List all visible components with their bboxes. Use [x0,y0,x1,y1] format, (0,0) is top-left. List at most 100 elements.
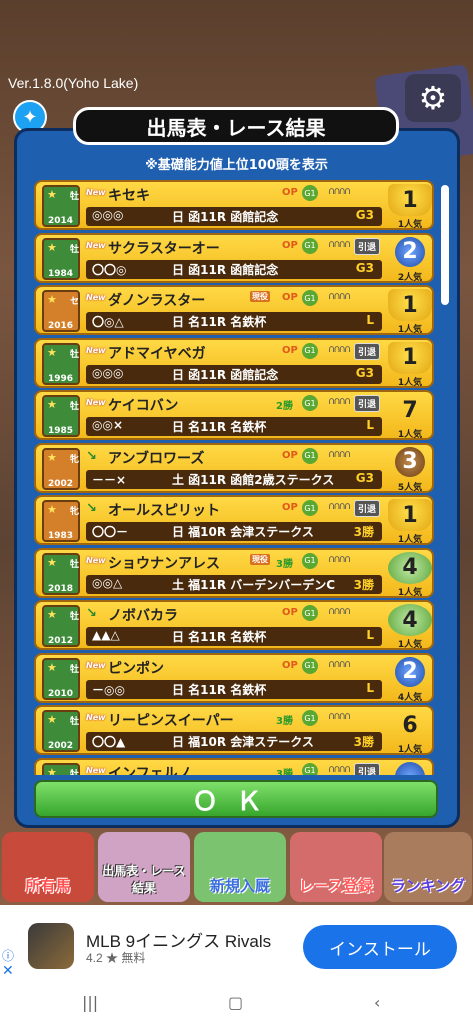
trend-arrow-icon: ↘ [86,448,97,464]
prediction-marks: ◎◎◎ [92,365,124,380]
finish-rank: 6 1人気 [388,709,432,756]
star-icon: ★ [47,398,57,411]
horseshoe-icon: ∩∩∩∩ [328,238,351,250]
star-icon: ★ [47,293,57,306]
new-badge: New [86,293,106,302]
star-icon: ★ [47,503,57,516]
horse-row[interactable]: ★ 牡 2010 New ピンポン OP G1 ∩∩∩∩ －◎◎ 日 名11R 名鉄杯 … [34,652,434,703]
horse-portrait: ★ セ 2016 [42,290,80,332]
horse-name: キセキ [108,188,150,204]
horse-portrait: ★ 牡 2012 [42,605,80,647]
horse-year: 1984 [48,268,74,279]
horse-portrait: ★ 牝 1983 [42,500,80,542]
horse-row[interactable]: ★ 牡 New インフェルノ 3勝 G1 ∩∩∩∩ 引退 [34,757,434,775]
race-name: 日 名11R 名鉄杯 [172,420,267,434]
horse-name: ショウナンアレス [108,555,220,572]
nav-race-results[interactable]: 出馬表・レース結果 [98,832,190,902]
horse-row[interactable]: ★ 牡 2018 New ショウナンアレス 現役 3勝 G1 ∩∩∩∩ ◎◎△ 土 福11… [34,547,434,598]
horse-sex: セ [70,297,80,307]
race-name: 土 函11R 函館2歳ステークス [172,472,335,487]
popularity: 1人気 [397,325,423,335]
gear-icon[interactable]: ⚙ [405,74,461,122]
horse-name: リーピンスイーパー [108,713,234,729]
close-icon[interactable]: ✕ [2,963,14,979]
ok-button[interactable]: ＯＫ [34,780,438,818]
new-badge: New [86,713,106,722]
horse-row[interactable]: ★ 牡 2002 New リーピンスイーパー 3勝 G1 ∩∩∩∩ 〇〇▲ 日 福10R… [34,705,434,755]
retired-badge: 引退 [354,762,381,775]
class-tag: OP [282,292,298,303]
ad-banner[interactable]: ⓘ ✕ MLB 9イニングス Rivals 4.2 ★ 無料 インストール [0,905,473,985]
class-tag: OP [282,239,298,251]
horse-list[interactable]: ★ 牡 2014 New キセキ OP G1 ∩∩∩∩ ◎◎◎ 日 函11R 函館記念 … [34,180,438,775]
retired-badge: 引退 [354,237,381,255]
race-grade: L [366,628,374,642]
horse-row[interactable]: ★ 牡 2012 ↘ ノボバカラ OP G1 ∩∩∩∩ ▲▲△ 日 名11R 名鉄杯 L… [34,600,434,650]
star-icon: ★ [47,608,57,621]
prediction-marks: 〇〇－ [92,525,129,539]
horse-row[interactable]: ★ 牡 1985 New ケイコバン 2勝 G1 ∩∩∩∩ 引退 ◎◎× 日 名11R 名… [34,390,434,440]
horse-name: ピンポン [108,660,164,677]
horse-year: 2002 [48,741,74,751]
horse-row[interactable]: ★ 牝 2002 ↘ アンブロワーズ OP G1 ∩∩∩∩ －－× 土 函11R 函館2… [34,442,434,493]
horse-row[interactable]: ★ セ 2016 New ダノンラスター 現役 OP G1 ∩∩∩∩ 〇◎△ 日 名11R… [34,285,434,335]
horse-row[interactable]: ★ 牡 1984 New サクラスターオー OP G1 ∩∩∩∩ 引退 〇〇◎ 日 函11… [34,232,434,283]
new-badge: New [86,188,106,197]
horseshoe-icon: ∩∩∩∩ [328,396,351,407]
horse-name: ダノンラスター [108,293,206,309]
race-grade: 3勝 [353,525,374,539]
horse-year: 1985 [48,426,74,436]
menu-icon[interactable]: ||| [82,993,98,1012]
install-button[interactable]: インストール [303,925,457,969]
rank-number: 6 [402,712,418,738]
race-grade: G3 [355,260,374,275]
horseshoe-icon: ∩∩∩∩ [328,553,351,565]
rank-number: 4 [388,604,432,636]
star-icon: ★ [47,240,57,254]
race-info-bar: 〇〇－ 日 福10R 会津ステークス 3勝 [86,522,382,541]
class-tag: 3勝 [276,558,293,570]
race-info-bar: 〇◎△ 日 名11R 名鉄杯 L [86,312,382,331]
rank-number: 1 [388,184,432,216]
race-name: 日 名11R 名鉄杯 [172,315,267,329]
retired-badge: 引退 [354,342,381,360]
horse-row[interactable]: ★ 牡 1996 New アドマイヤベガ OP G1 ∩∩∩∩ 引退 ◎◎◎ 日 函11R… [34,337,434,388]
popularity: 1人気 [397,220,423,230]
horseshoe-icon: ∩∩∩∩ [328,501,351,512]
active-badge: 現役 [250,291,270,302]
prediction-marks: 〇〇▲ [92,735,126,749]
new-badge: New [86,555,106,565]
g1-icon: G1 [302,237,318,254]
race-info-bar: －◎◎ 日 名11R 名鉄杯 L [86,679,382,699]
nav-ranking[interactable]: ランキング [384,832,472,902]
nav-race-entry[interactable]: レース登録 [290,832,382,902]
info-icon[interactable]: ⓘ [2,947,14,964]
horseshoe-icon: ∩∩∩∩ [328,343,351,355]
system-nav-bar: ||| ▢ ‹ [0,985,473,1024]
back-icon[interactable]: ‹ [374,993,380,1012]
horse-sex: 牡 [70,192,80,202]
finish-rank [388,761,432,775]
horse-sex: 牡 [70,349,80,360]
horse-year: 2002 [48,478,74,489]
class-tag: OP [282,344,298,356]
horse-name: サクラスターオー [108,240,220,257]
g1-icon: G1 [302,447,318,464]
horse-row[interactable]: ★ 牝 1983 ↘ オールスピリット OP G1 ∩∩∩∩ 引退 〇〇－ 日 福10R … [34,495,434,545]
rank-number [395,761,425,775]
horse-row[interactable]: ★ 牡 2014 New キセキ OP G1 ∩∩∩∩ ◎◎◎ 日 函11R 函館記念 … [34,180,434,230]
home-icon[interactable]: ▢ [228,993,243,1012]
horseshoe-icon: ∩∩∩∩ [328,711,351,722]
nav-new-stable[interactable]: 新規入厩 [194,832,286,902]
scrollbar[interactable] [441,185,449,305]
horse-portrait: ★ 牡 [42,762,80,775]
race-info-bar: ◎◎◎ 日 函11R 函館記念 G3 [86,364,382,384]
nav-owned-horses[interactable]: 所有馬 [2,832,94,902]
popularity: 5人気 [397,482,423,493]
g1-icon: G1 [302,342,318,359]
popularity: 1人気 [397,640,423,650]
dialog-title: 出馬表・レース結果 [73,107,399,145]
horse-name: ケイコバン [108,398,179,414]
prediction-marks: ◎◎× [92,418,123,432]
new-badge: New [86,398,106,407]
